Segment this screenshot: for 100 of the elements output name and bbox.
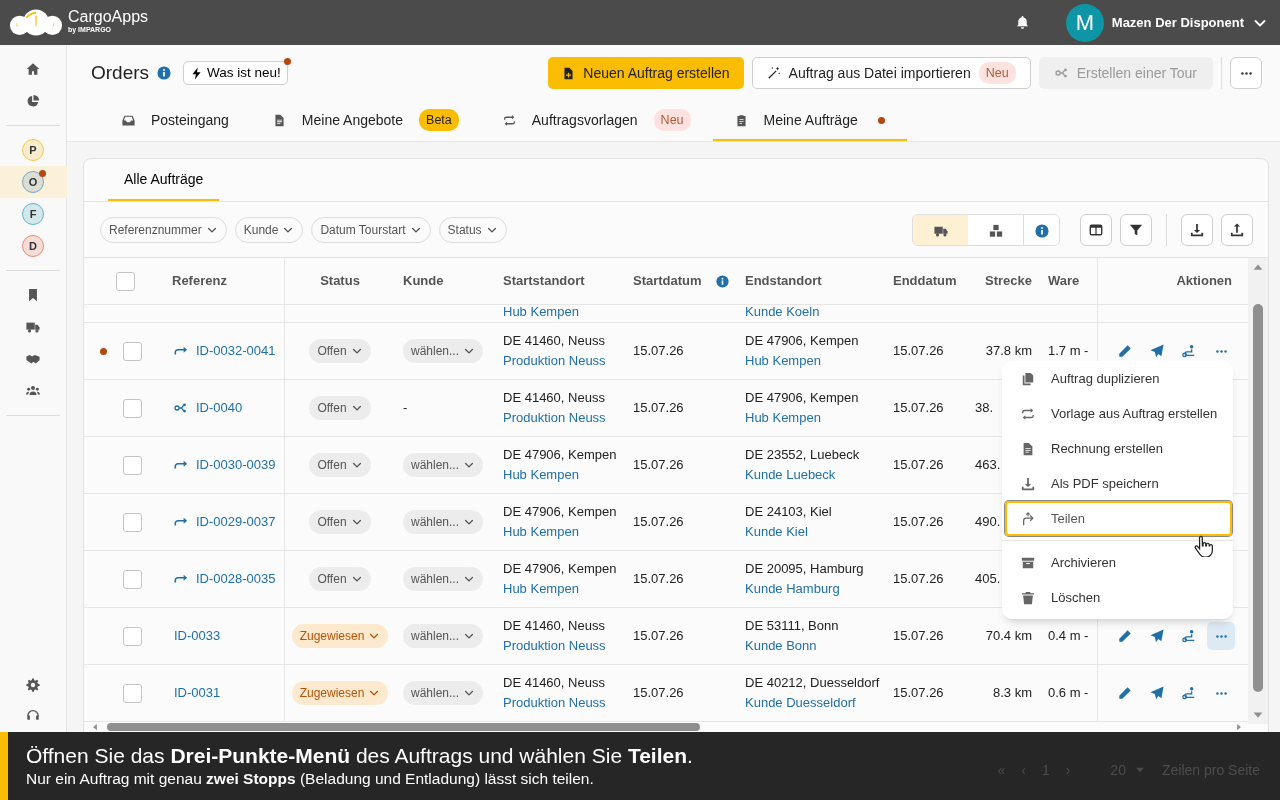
view-toggle[interactable] [913,215,968,245]
user-name[interactable]: Mazen Der Disponent [1111,12,1244,33]
workspace-avatar[interactable]: P [22,139,44,161]
headset-icon[interactable] [26,708,40,722]
customer-dropdown[interactable]: wählen... [403,624,484,648]
row-checkbox[interactable] [123,512,142,532]
dropdown-pill[interactable]: Offen [309,339,371,363]
location-link[interactable]: Kunde Luebeck [745,465,836,485]
location-link[interactable]: Produktion Neuss [503,636,606,656]
dropdown-pill[interactable]: Offen [309,567,371,591]
menu-item[interactable]: Vorlage aus Auftrag erstellen [1005,396,1232,431]
info-icon[interactable] [157,66,172,80]
info-button[interactable] [1023,215,1059,245]
dropdown-pill[interactable]: Offen [309,396,371,420]
bookmark-icon[interactable] [26,288,40,302]
location-link[interactable]: Produktion Neuss [503,693,606,713]
workspace-avatar[interactable]: F [22,203,44,225]
view-toggle-group[interactable] [912,214,1060,246]
scrollbar-thumb[interactable] [1253,304,1263,692]
order-reference-link[interactable]: ID-0033 [174,626,221,646]
menu-item[interactable]: Teilen [1005,501,1232,536]
tab[interactable]: Auftragsvorlagen Neu [480,101,713,141]
location-link[interactable]: Hub Kempen [745,351,821,371]
handshake-icon[interactable] [26,352,40,366]
dropdown-pill[interactable]: Offen [309,510,371,534]
tab[interactable]: Posteingang [100,101,251,141]
dropdown-pill[interactable]: Zugewiesen [291,681,389,705]
settings-icon[interactable] [26,678,40,692]
dropdown-pill[interactable]: Zugewiesen [291,624,389,648]
order-reference-link[interactable]: ID-0040 [196,398,243,418]
create-order-button[interactable]: Neuen Auftrag erstellen [548,57,744,89]
filter-button[interactable] [1120,214,1152,246]
split-arrow-icon [174,515,188,529]
order-reference-link[interactable]: ID-0028-0035 [196,569,276,589]
order-reference-link[interactable]: ID-0030-0039 [196,455,276,475]
scrollbar-thumb[interactable] [107,723,700,731]
filter-dropdown[interactable]: Status [438,217,507,243]
page-title: Orders [91,60,150,85]
home-icon[interactable] [26,62,40,76]
order-reference-link[interactable]: ID-0029-0037 [196,512,276,532]
filter-dropdown[interactable]: Kunde [234,217,304,243]
filter-dropdown[interactable]: Referenznummer [100,217,227,243]
whats-new-button[interactable]: Was ist neu! [183,61,288,85]
location-link[interactable]: Kunde Koeln [745,305,820,319]
customer-dropdown[interactable]: wählen... [403,567,484,591]
column-header: Startstandort [503,272,585,291]
table-cell-text: 15.07.26 [893,399,944,418]
workspace-avatar[interactable]: D [22,235,44,257]
location-text: DE 41460, Neuss [503,389,605,407]
row-checkbox[interactable] [123,569,142,589]
tab[interactable]: Meine Aufträge [712,101,907,141]
pie-chart-icon[interactable] [26,94,40,108]
import-order-button[interactable]: Auftrag aus Datei importieren Neu [751,57,1031,89]
row-checkbox[interactable] [123,683,142,703]
tab[interactable]: Alle Aufträge [108,159,220,201]
upload-button[interactable] [1221,214,1253,246]
tab[interactable]: Meine Angebote Beta [250,101,481,141]
route-icon [1054,66,1069,80]
location-link[interactable]: Hub Kempen [503,522,579,542]
location-text: DE 47906, Kempen [503,446,617,464]
workspace-avatar[interactable]: O [22,171,44,193]
menu-item[interactable]: Auftrag duplizieren [1005,361,1232,396]
info-icon[interactable] [715,274,729,288]
location-link[interactable]: Hub Kempen [503,305,579,319]
location-link[interactable]: Kunde Bonn [745,636,817,656]
download-button[interactable] [1181,214,1213,246]
customer-dropdown[interactable]: wählen... [403,681,484,705]
order-reference-link[interactable]: ID-0032-0041 [196,341,276,361]
row-checkbox[interactable] [123,455,142,475]
row-checkbox[interactable] [123,398,142,418]
row-checkbox[interactable] [123,626,142,646]
location-link[interactable]: Kunde Duesseldorf [745,693,856,713]
repeat-icon [1021,406,1035,421]
dropdown-pill[interactable]: Offen [309,453,371,477]
user-avatar[interactable]: M [1065,3,1104,42]
split-arrow-icon [174,572,188,586]
people-icon[interactable] [26,384,40,398]
filter-dropdown[interactable]: Datum Tourstart [311,217,431,243]
customer-dropdown[interactable]: wählen... [403,510,484,534]
menu-item[interactable]: Löschen [1005,580,1232,615]
menu-item[interactable]: Rechnung erstellen [1005,431,1232,466]
location-text: DE 47906, Kempen [503,503,617,521]
customer-dropdown[interactable]: wählen... [403,453,484,477]
truck-icon[interactable] [26,320,40,334]
location-text: DE 41460, Neuss [503,674,605,692]
select-all-checkbox[interactable] [116,271,135,291]
location-link[interactable]: Produktion Neuss [503,351,606,371]
order-reference-link[interactable]: ID-0031 [174,683,221,703]
columns-button[interactable] [1080,214,1112,246]
location-link[interactable]: Hub Kempen [503,465,579,485]
location-link[interactable]: Produktion Neuss [503,408,606,428]
row-checkbox[interactable] [123,341,142,361]
location-link[interactable]: Kunde Kiel [745,522,808,542]
view-toggle[interactable] [968,215,1023,245]
location-link[interactable]: Kunde Hamburg [745,579,840,599]
location-link[interactable]: Hub Kempen [503,579,579,599]
customer-dropdown[interactable]: wählen... [403,339,484,363]
location-link[interactable]: Hub Kempen [745,408,821,428]
menu-item[interactable]: Als PDF speichern [1005,466,1232,501]
column-header: Aktionen [1176,272,1232,291]
